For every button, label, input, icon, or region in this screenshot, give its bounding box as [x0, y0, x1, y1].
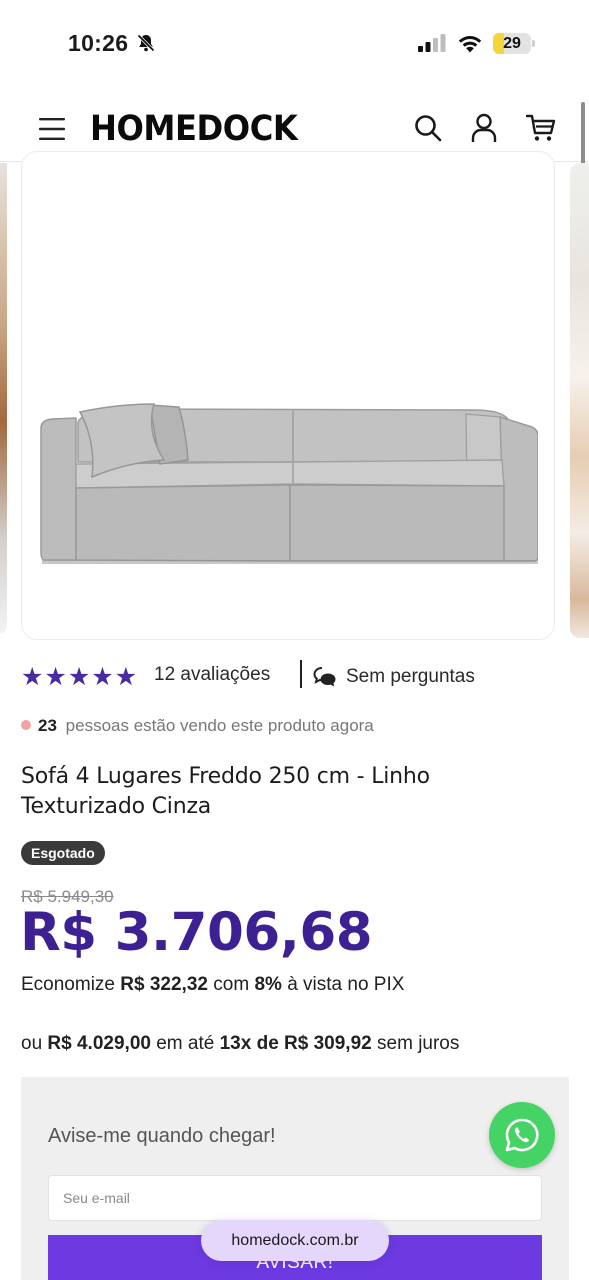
battery-level: 29	[503, 35, 521, 52]
battery-indicator: 29	[493, 33, 535, 54]
search-icon[interactable]	[414, 114, 442, 142]
questions-link[interactable]: Sem perguntas	[346, 666, 475, 688]
pix-savings-amount: R$ 322,32	[120, 974, 208, 995]
email-field[interactable]	[48, 1175, 542, 1221]
status-time: 10:26	[68, 30, 129, 56]
installments-suffix: sem juros	[377, 1033, 460, 1054]
status-bar: 10:26 29	[0, 0, 589, 90]
wifi-icon	[458, 36, 482, 53]
next-image-preview[interactable]	[570, 163, 589, 638]
installments-line: ou R$ 4.029,00 em até 13x de R$ 309,92 s…	[21, 1033, 459, 1055]
product-title: Sofá 4 Lugares Freddo 250 cm - Linho Tex…	[21, 764, 430, 819]
viewers-count: 23	[38, 716, 57, 735]
installments-mid: em até	[156, 1033, 215, 1054]
pix-discount-line: Economize R$ 322,32 com 8% à vista no PI…	[21, 974, 404, 996]
pix-prefix: Economize	[21, 974, 115, 995]
signal-icon	[418, 34, 446, 52]
sofa-product-image	[40, 403, 538, 564]
whatsapp-button[interactable]	[489, 1102, 555, 1168]
reviews-link[interactable]: 12 avaliações	[154, 664, 270, 686]
browser-url-bar[interactable]: homedock.com.br	[201, 1220, 389, 1261]
sold-out-badge: Esgotado	[21, 841, 105, 865]
pix-suffix: à vista no PIX	[287, 974, 405, 995]
current-price: R$ 3.706,68	[20, 902, 373, 963]
live-viewers: 23 pessoas estão vendo este produto agor…	[21, 716, 374, 736]
store-logo[interactable]: HOMEDOCK	[90, 109, 298, 149]
viewers-text: pessoas estão vendo este produto agora	[65, 716, 374, 735]
installments-total: R$ 4.029,00	[47, 1033, 151, 1054]
notify-title: Avise-me quando chegar!	[48, 1125, 276, 1147]
pix-percent: 8%	[254, 974, 282, 995]
product-image-card[interactable]	[21, 151, 555, 640]
menu-icon[interactable]	[38, 116, 66, 142]
rating-row: ★★★★★ 12 avaliações Sem perguntas	[21, 660, 561, 692]
chat-bubbles-icon	[313, 667, 336, 687]
cart-icon[interactable]	[526, 114, 556, 142]
bell-off-icon	[137, 34, 155, 52]
product-gallery[interactable]	[0, 151, 589, 641]
installments-plan: 13x de R$ 309,92	[219, 1033, 372, 1054]
rating-stars: ★★★★★	[21, 663, 139, 691]
pix-mid: com	[213, 974, 250, 995]
live-dot	[21, 720, 31, 730]
previous-image-preview[interactable]	[0, 163, 7, 633]
account-icon[interactable]	[470, 113, 498, 143]
installments-prefix: ou	[21, 1033, 43, 1054]
divider	[300, 660, 302, 688]
whatsapp-icon	[505, 1118, 539, 1152]
